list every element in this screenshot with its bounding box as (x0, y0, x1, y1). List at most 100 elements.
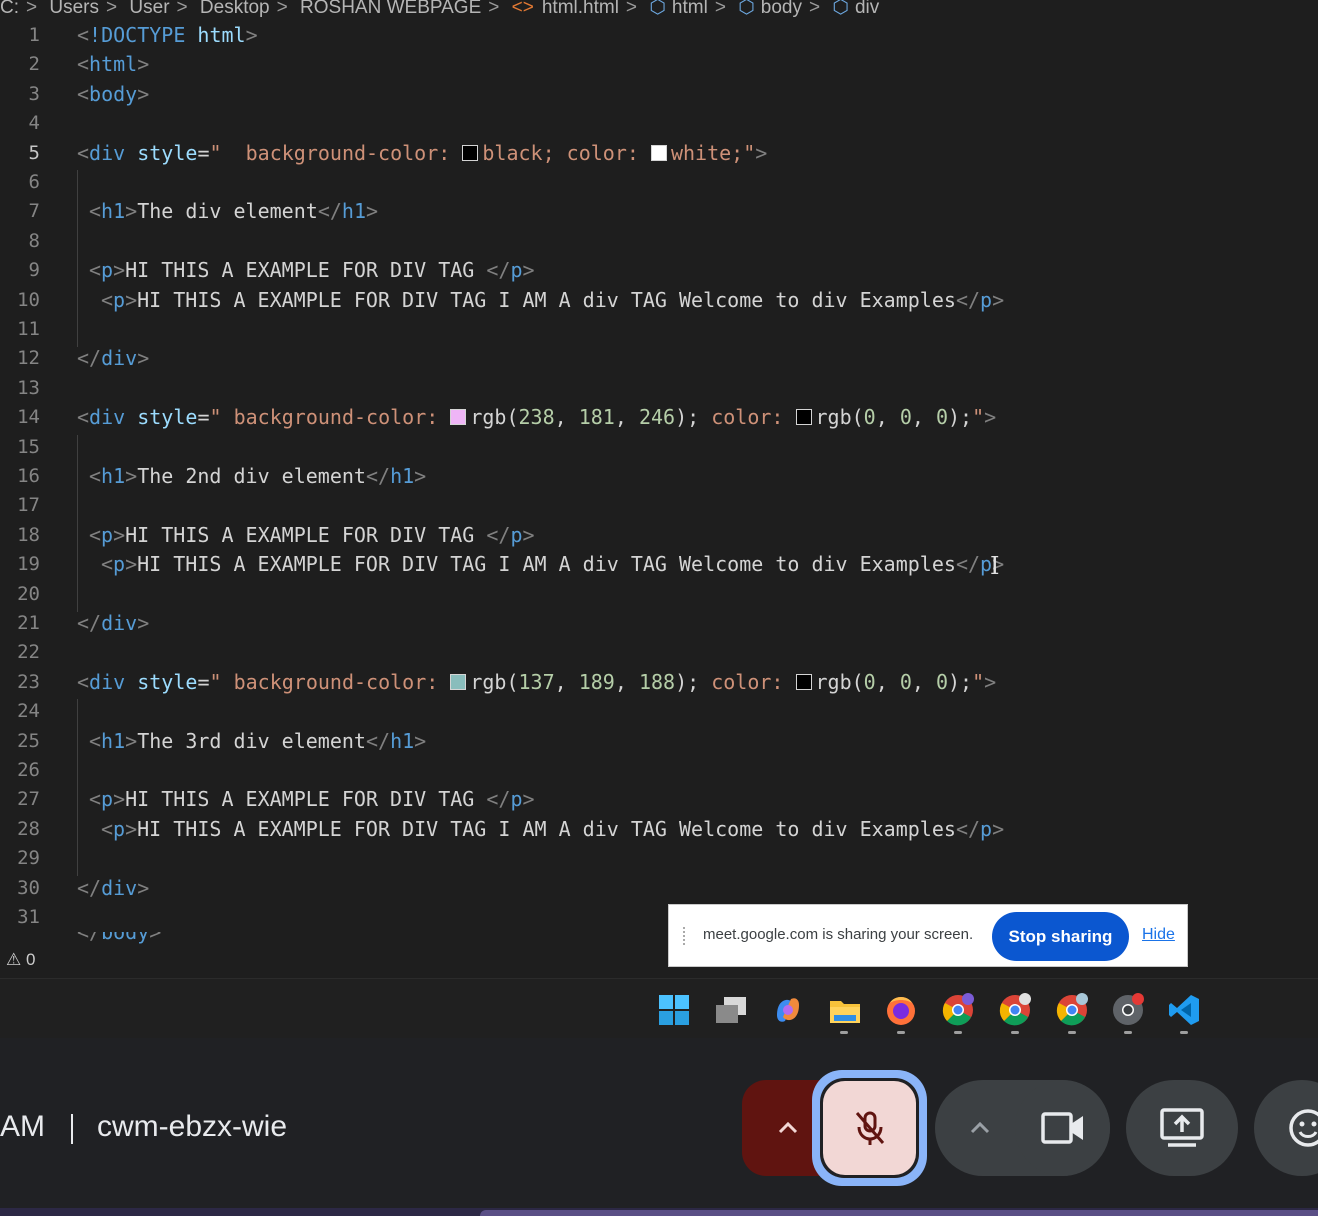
breadcrumb-item-users[interactable]: Users (49, 0, 99, 17)
code-line[interactable]: 18 <p>HI THIS A EXAMPLE FOR DIV TAG </p> (0, 521, 1318, 550)
breadcrumb-item-div[interactable]: div (855, 0, 879, 17)
emoji-icon (1289, 1109, 1318, 1147)
code-line[interactable]: 2 <html> (0, 50, 1318, 79)
code-line[interactable]: 27 <p>HI THIS A EXAMPLE FOR DIV TAG </p> (0, 785, 1318, 814)
line-number: 6 (28, 171, 40, 193)
line-number: 9 (28, 259, 40, 282)
code-editor[interactable]: 1 <!DOCTYPE html> 2 <html> 3 <body> 4 5 <div… (0, 21, 1318, 945)
code-line[interactable]: 19 <p>HI THIS A EXAMPLE FOR DIV TAG I AM … (0, 550, 1318, 580)
line-number: 24 (17, 700, 40, 723)
code-line[interactable]: 23 <div style=" background-color: rgb(137… (0, 668, 1318, 697)
color-swatch[interactable] (450, 673, 467, 690)
code-line[interactable]: 24 (0, 697, 1318, 726)
running-indicator (954, 1031, 962, 1034)
code-line[interactable]: 17 (0, 491, 1318, 520)
line-content: <!DOCTYPE html> (77, 23, 258, 47)
color-swatch[interactable] (795, 673, 812, 690)
code-line[interactable]: 11 (0, 315, 1318, 344)
line-number: 17 (17, 494, 40, 517)
breadcrumb-separator: > (714, 0, 726, 18)
chrome-profile-icon[interactable] (998, 993, 1032, 1027)
bottom-strip-highlight (480, 1210, 1318, 1216)
breadcrumb-item-html[interactable]: html (672, 0, 708, 17)
code-line[interactable]: 4 (0, 109, 1318, 138)
line-number: 7 (28, 200, 40, 223)
code-line[interactable]: 12 </div> (0, 344, 1318, 373)
color-swatch[interactable] (462, 144, 479, 161)
present-screen-icon (1160, 1108, 1204, 1147)
video-options-button[interactable] (935, 1080, 1023, 1176)
running-indicator (1124, 1031, 1132, 1034)
camera-toggle-button[interactable] (1015, 1080, 1110, 1176)
code-line[interactable]: 21 </div> (0, 609, 1318, 638)
share-notice-text: meet.google.com is sharing your screen. (703, 926, 974, 943)
chrome-profile-2-icon[interactable] (1055, 993, 1089, 1027)
video-camera-icon (1041, 1112, 1083, 1144)
line-number: 1 (28, 24, 40, 46)
code-line[interactable]: 7 <h1>The div element</h1> (0, 197, 1318, 226)
code-line[interactable]: 10 <p>HI THIS A EXAMPLE FOR DIV TAG I AM … (0, 286, 1318, 315)
task-view-icon[interactable] (714, 993, 748, 1027)
line-number: 21 (17, 612, 40, 634)
chrome-icon[interactable] (941, 993, 975, 1027)
code-line[interactable]: 14 <div style=" background-color: rgb(238… (0, 403, 1318, 432)
windows-start-icon[interactable] (657, 993, 691, 1027)
breadcrumb-item-file[interactable]: html.html (542, 0, 619, 17)
problems-count: 0 (25, 950, 36, 969)
vscode-icon[interactable] (1167, 993, 1201, 1027)
code-line[interactable]: 20 (0, 580, 1318, 609)
present-screen-button[interactable] (1126, 1080, 1238, 1176)
line-content: </div> (77, 346, 150, 371)
line-number: 12 (17, 347, 40, 370)
color-swatch[interactable] (650, 144, 667, 161)
code-line[interactable]: 29 (0, 844, 1318, 873)
copilot-icon[interactable] (771, 993, 805, 1027)
code-line-active[interactable]: 5 <div style=" background-color: black; c… (0, 139, 1318, 168)
breadcrumb-item-drive[interactable]: C: (0, 0, 19, 17)
running-indicator (1011, 1031, 1019, 1034)
breadcrumb-item-body[interactable]: body (761, 0, 802, 17)
code-line[interactable]: 3 <body> (0, 80, 1318, 109)
stop-sharing-button[interactable]: Stop sharing (992, 912, 1129, 961)
code-line[interactable]: 30 </div> (0, 874, 1318, 903)
code-line[interactable]: 15 (0, 433, 1318, 462)
line-number: 28 (17, 817, 40, 840)
color-swatch[interactable] (450, 409, 467, 426)
code-line[interactable]: 9 <p>HI THIS A EXAMPLE FOR DIV TAG </p> (0, 256, 1318, 285)
code-line[interactable]: 13 (0, 374, 1318, 403)
line-number: 15 (17, 435, 40, 458)
code-line[interactable]: 16 <h1>The 2nd div element</h1> (0, 462, 1318, 491)
screen-share-notice: meet.google.com is sharing your screen. … (668, 904, 1188, 967)
breadcrumb-item-user[interactable]: User (129, 0, 169, 17)
meeting-code: cwm-ebzx-wie (97, 1110, 288, 1143)
color-swatch[interactable] (795, 409, 812, 426)
reactions-button[interactable] (1254, 1080, 1318, 1176)
file-explorer-icon[interactable] (828, 993, 862, 1027)
code-line[interactable]: 6 (0, 168, 1318, 197)
code-line[interactable]: 8 (0, 227, 1318, 256)
line-number: 25 (17, 729, 40, 752)
code-line[interactable]: 28 <p>HI THIS A EXAMPLE FOR DIV TAG I AM … (0, 815, 1318, 844)
divider (71, 1114, 73, 1144)
breadcrumb-separator: > (176, 0, 188, 18)
breadcrumb-item-desktop[interactable]: Desktop (200, 0, 270, 17)
breadcrumb-separator: > (809, 0, 821, 18)
meet-control-bar: AM cwm-ebzx-wie (0, 1038, 1318, 1208)
line-content: </div> (77, 611, 150, 635)
code-line[interactable]: 22 (0, 638, 1318, 667)
code-line[interactable]: 26 (0, 756, 1318, 785)
line-content: <p>HI THIS A EXAMPLE FOR DIV TAG </p> (89, 522, 535, 547)
problems-indicator[interactable]: ⚠ 0 (6, 950, 35, 970)
code-line[interactable]: 1 <!DOCTYPE html> (0, 21, 1318, 50)
firefox-icon[interactable] (884, 993, 918, 1027)
microphone-toggle-button[interactable] (823, 1081, 916, 1175)
drag-handle[interactable] (683, 927, 691, 945)
line-content: <h1>The div element</h1> (89, 199, 379, 224)
line-number: 14 (17, 406, 40, 429)
hide-link[interactable]: Hide (1142, 926, 1175, 944)
running-indicator (1180, 1031, 1188, 1034)
video-controls-group (935, 1080, 1110, 1176)
breadcrumb-item-folder[interactable]: ROSHAN WEBPAGE (300, 0, 481, 17)
code-line[interactable]: 25 <h1>The 3rd div element</h1> (0, 727, 1318, 756)
chrome-canary-icon[interactable] (1111, 993, 1145, 1027)
